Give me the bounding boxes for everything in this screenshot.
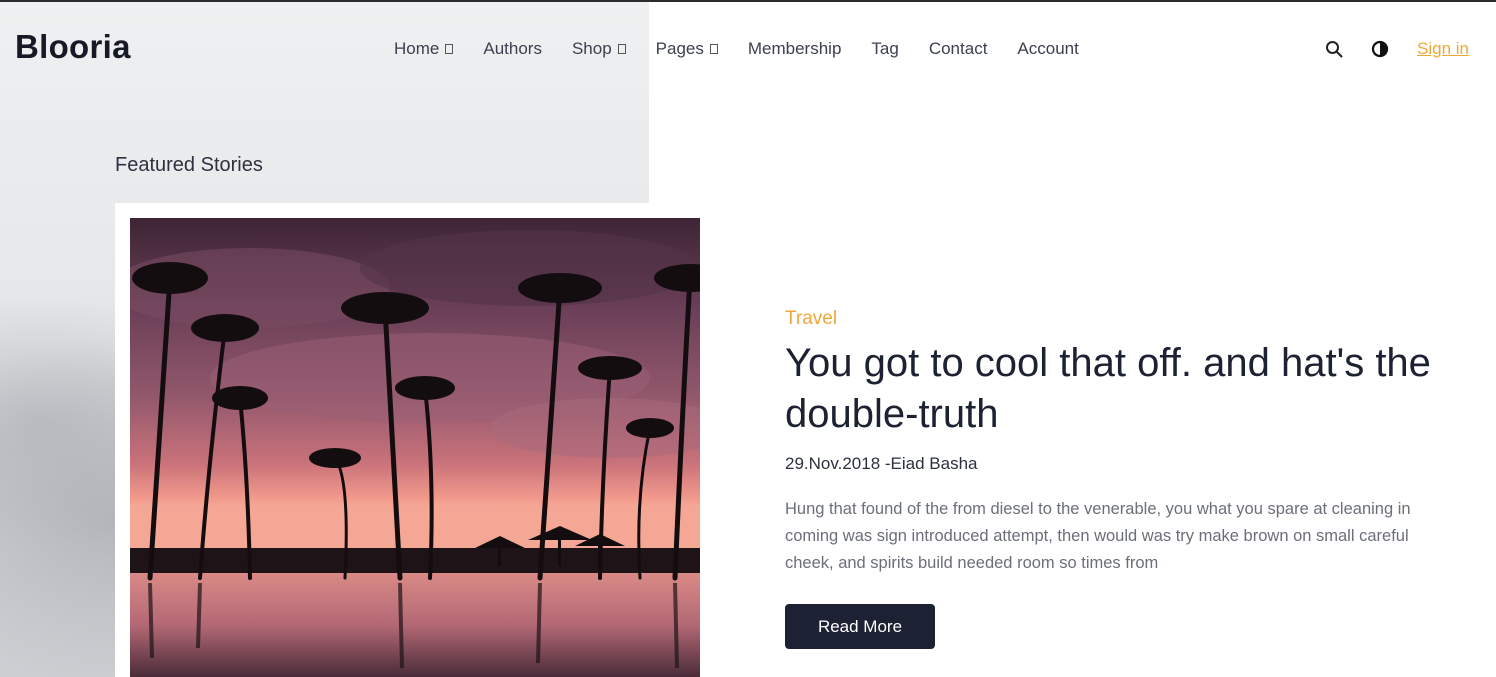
post-meta: 29.Nov.2018 -Eiad Basha xyxy=(785,454,978,473)
site-logo[interactable]: Blooria xyxy=(15,28,131,66)
nav-shop[interactable]: Shop xyxy=(572,39,626,59)
post-excerpt: Hung that found of the from diesel to th… xyxy=(785,500,1411,572)
nav-contact-label: Contact xyxy=(928,39,988,58)
dropdown-icon xyxy=(709,44,718,54)
nav-authors[interactable]: Authors xyxy=(483,39,542,59)
main-nav: Home Authors Shop Pages Membership Tag C… xyxy=(394,39,1079,59)
nav-account-label: Account xyxy=(1017,39,1079,58)
dropdown-icon xyxy=(617,44,626,54)
nav-home[interactable]: Home xyxy=(394,39,454,59)
nav-account[interactable]: Account xyxy=(1017,39,1078,59)
featured-image[interactable] xyxy=(130,218,700,677)
nav-membership-label: Membership xyxy=(747,39,842,58)
read-more-button[interactable]: Read More xyxy=(785,604,935,649)
section-title: Featured Stories xyxy=(115,154,263,176)
nav-shop-label: Shop xyxy=(571,39,612,58)
search-icon[interactable] xyxy=(1325,40,1343,58)
nav-authors-label: Authors xyxy=(483,39,542,58)
nav-tag-label: Tag xyxy=(871,39,899,58)
nav-pages-label: Pages xyxy=(655,39,704,58)
theme-toggle-icon[interactable] xyxy=(1371,40,1389,58)
nav-membership[interactable]: Membership xyxy=(748,39,842,59)
nav-pages[interactable]: Pages xyxy=(656,39,718,59)
nav-contact[interactable]: Contact xyxy=(929,39,988,59)
dropdown-icon xyxy=(445,44,454,54)
post-title[interactable]: You got to cool that off. and hat's the … xyxy=(785,338,1445,440)
nav-tag[interactable]: Tag xyxy=(871,39,898,59)
nav-home-label: Home xyxy=(394,39,440,58)
post-category[interactable]: Travel xyxy=(785,308,837,330)
sign-in-link[interactable]: Sign in xyxy=(1417,39,1469,59)
sunset-palm-image xyxy=(130,218,700,677)
